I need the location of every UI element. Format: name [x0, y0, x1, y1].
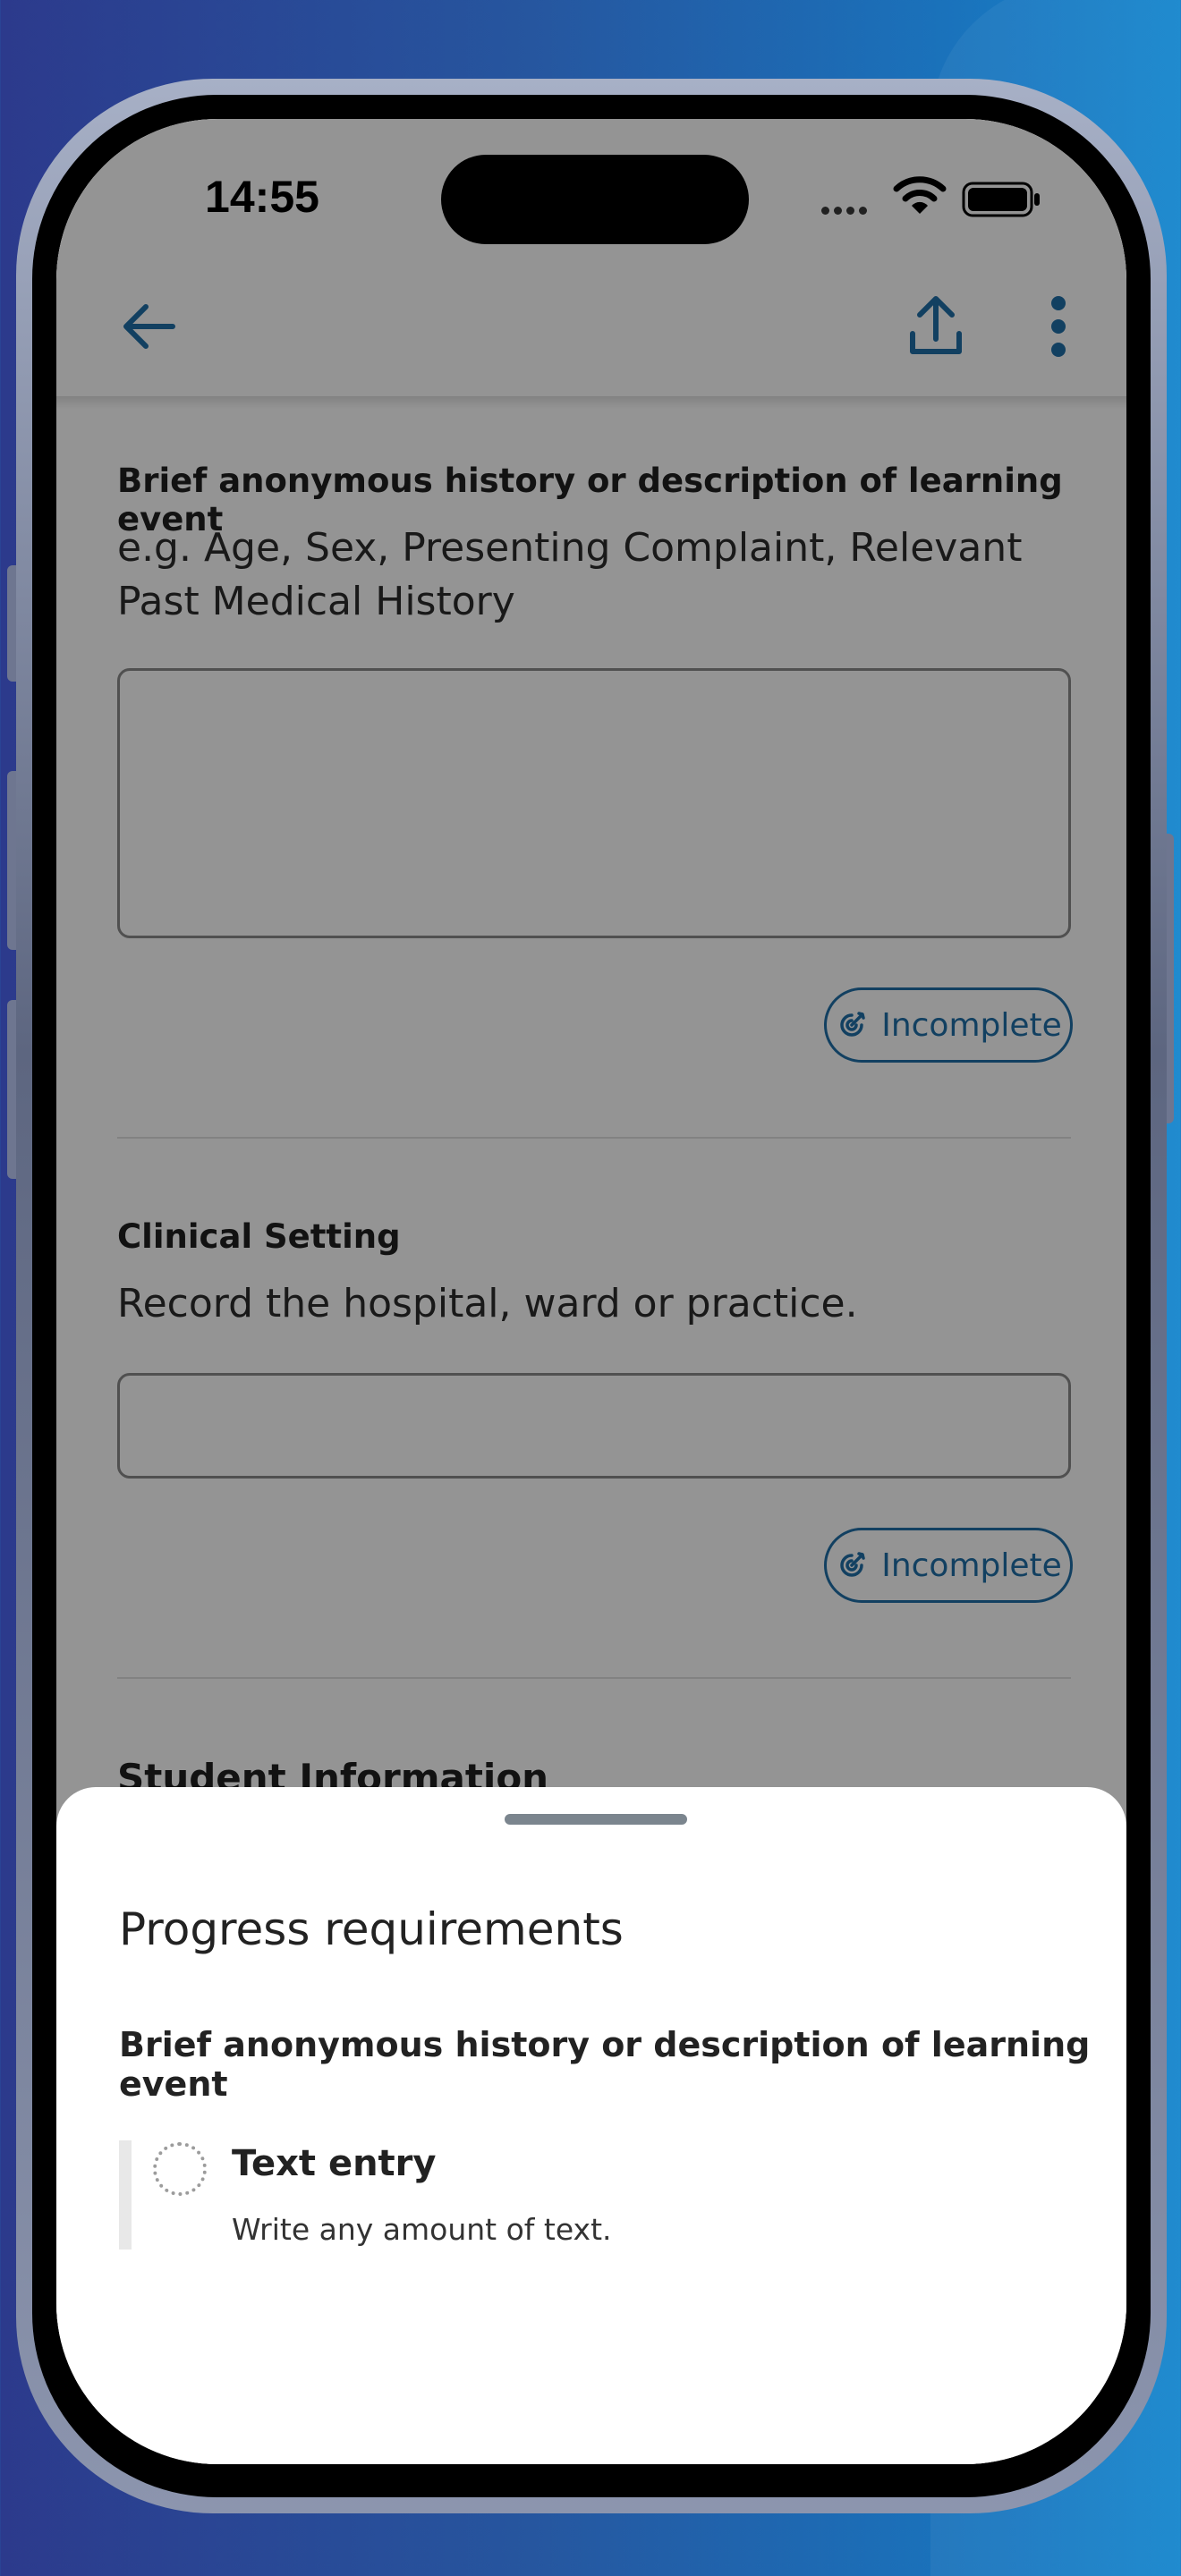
- requirement-title: Text entry: [232, 2143, 437, 2184]
- incomplete-circle-icon: [153, 2142, 207, 2196]
- requirement-indicator-bar: [119, 2140, 132, 2250]
- phone-screen: Brief anonymous history or description o…: [56, 119, 1126, 2464]
- sheet-drag-handle[interactable]: [505, 1814, 687, 1825]
- requirement-description: Write any amount of text.: [232, 2212, 612, 2247]
- progress-requirements-sheet: Progress requirements Brief anonymous hi…: [56, 1787, 1126, 2464]
- sheet-title: Progress requirements: [119, 1903, 624, 1955]
- sheet-subtitle: Brief anonymous history or description o…: [119, 2025, 1091, 2104]
